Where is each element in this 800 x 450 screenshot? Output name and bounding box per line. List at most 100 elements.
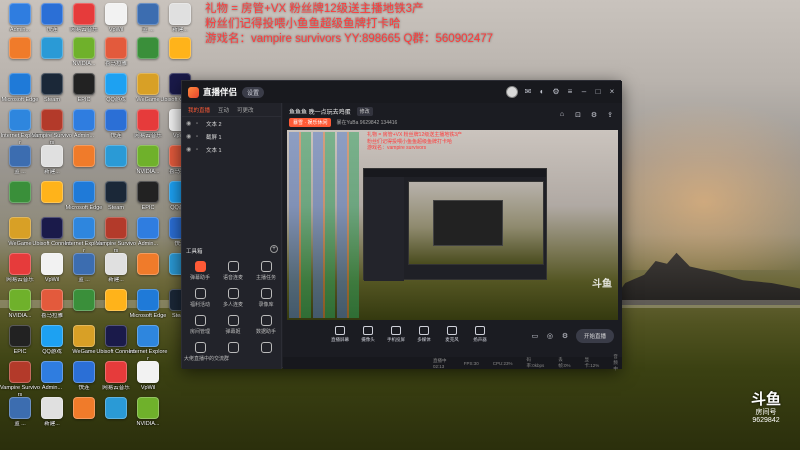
control-button[interactable]: 多媒体 [413,326,435,343]
room-number-label: 房间号 [755,409,777,416]
eye-icon[interactable]: ◉ [186,146,193,153]
toolbox-item[interactable]: 大佬直播中的交流群 [184,340,229,366]
preview-nested-window-2 [433,200,503,246]
app-icon [105,3,127,25]
status-bar: 直播中 02:13 FPS:30 CPU:23% 码率:0kbps 丢帧:0% 显卡:12… [283,354,622,371]
toolbox-item[interactable]: 弹幕姬 [217,313,249,339]
app-icon [137,289,159,311]
control-icon [335,326,345,335]
toolbox-item[interactable]: 主播任务 [250,259,282,285]
maximize-icon[interactable]: □ [594,88,602,96]
camera-icon[interactable]: ▭ [531,332,539,340]
app-icon [73,109,95,131]
control-button[interactable]: 摄像头 [357,326,379,343]
preview-nested-preview [408,181,544,265]
control-button[interactable]: 手机投屏 [385,326,407,343]
tab-my-live[interactable]: 我的直播 [188,106,210,114]
stream-preview[interactable]: 礼物 = 房管+VX 粉丝牌12级送主播地铁3产 粉丝们记得投喂小鱼鱼超级鱼牌打… [287,130,618,320]
app-icon [137,3,159,25]
app-icon [105,109,127,131]
tab-interact[interactable]: 互动 [218,106,229,114]
share-icon[interactable]: ⇪ [606,111,614,119]
app-icon [9,73,31,95]
message-icon[interactable]: ✉ [524,88,532,96]
toolbox-item[interactable]: 数据助手 [250,313,282,339]
lock-icon[interactable]: ▫ [196,121,203,127]
app-icon [73,397,95,419]
lock-icon[interactable]: ⊡ [574,111,582,119]
app-icon [73,37,95,59]
eye-icon[interactable]: ◉ [186,120,193,127]
window-titlebar[interactable]: 直播伴侣 设置 ✉ ◐ ⚙ ≡ – □ × [182,81,622,103]
menu-icon[interactable]: ≡ [566,88,574,96]
app-icon [73,361,95,383]
app-icon [41,37,63,59]
control-icon [475,326,485,335]
lock-icon[interactable]: ▫ [196,134,203,140]
settings-icon[interactable]: ⚙ [552,88,560,96]
lock-icon[interactable]: ▫ [196,147,203,153]
app-icon [9,145,31,167]
toolbox-item[interactable]: 房间管理 [184,313,216,339]
app-icon [73,3,95,25]
skin-icon[interactable]: ◐ [538,88,546,96]
tab-editable[interactable]: 可更改 [237,106,254,114]
source-label: 文本 2 [206,121,222,128]
control-icon [391,326,401,335]
user-avatar[interactable] [506,86,518,98]
app-icon [73,253,95,275]
source-row[interactable]: ◉ ▫ 文本 2 [182,117,281,130]
toolbox-item[interactable] [250,340,282,366]
toolbox-item[interactable]: 多人连麦 [217,286,249,312]
app-icon [73,217,95,239]
toolbox-item[interactable]: 福利活动 [184,286,216,312]
version-badge[interactable]: 设置 [242,86,265,98]
close-icon[interactable]: × [608,88,616,96]
source-row[interactable]: ◉ ▫ 文本 1 [182,143,281,156]
gear-icon[interactable]: ⚙ [561,332,569,340]
toolbox-item[interactable] [217,340,249,366]
app-icon [41,397,63,419]
room-category-badge[interactable]: 暴雪 · 娱乐休闲 [289,118,332,127]
control-button[interactable]: 麦克风 [441,326,463,343]
tool-label: 录像库 [258,302,274,308]
preview-overlay-lines: 礼物 = 房管+VX 粉丝牌12级送主播地铁3产 粉丝们记得投喂小鱼鱼超级鱼牌打… [367,132,463,151]
desktop-icon[interactable]: NVIDIA... [128,394,168,440]
control-button[interactable]: 直播屏幕 [329,326,351,343]
gift-icon[interactable]: ⌂ [558,111,566,119]
settings-icon[interactable]: ⚙ [590,111,598,119]
toolbox-add-button[interactable]: + [270,245,278,253]
overlay-line-1: 礼物 = 房管+VX 粉丝牌12级送主播地铁3产 [205,3,424,15]
app-icon [105,37,127,59]
control-button[interactable]: 扬声器 [469,326,491,343]
tool-icon [260,315,272,326]
toolbox-item[interactable]: 录像库 [250,286,282,312]
preview-nested-window [363,168,547,281]
app-logo-icon [188,86,199,98]
app-icon [137,181,159,203]
app-icon [137,217,159,239]
overlay-line-3: 游戏名：vampire survivors YY:898665 Q群：56090… [205,33,494,45]
minimize-icon[interactable]: – [580,88,588,96]
desktop-icon-label: NVIDIA... [136,421,160,427]
toolbox-item[interactable]: 语音连麦 [217,259,249,285]
app-icon [41,73,63,95]
control-label: 直播屏幕 [331,337,349,342]
edit-title-button[interactable]: 修改 [356,107,373,116]
eye-icon[interactable]: ◉ [186,133,193,140]
start-live-button[interactable]: 开始直播 [575,329,614,343]
status-item: 显卡:12% [584,357,600,368]
status-item: 码率:0kbps [526,357,545,368]
app-icon [105,181,127,203]
toolbox-item[interactable]: 弹幕助手 [184,259,216,285]
douyu-live-companion-window: 直播伴侣 设置 ✉ ◐ ⚙ ≡ – □ × 我的直播 互动 可更改 ◉ ▫ 文本… [181,80,622,371]
app-icon [73,73,95,95]
tool-icon [194,315,206,326]
source-row[interactable]: ◉ ▫ 截屏 1 [182,130,281,143]
eye-icon[interactable]: ◎ [546,332,554,340]
tool-label: 数据助手 [255,329,276,335]
status-item: CPU:23% [492,360,513,366]
control-label: 麦克风 [445,337,459,342]
tool-icon [260,342,272,353]
preview-overlay-text: 礼物 = 房管+VX 粉丝牌12级送主播地铁3产 粉丝们记得投喂小鱼鱼超级鱼牌打… [367,132,462,152]
